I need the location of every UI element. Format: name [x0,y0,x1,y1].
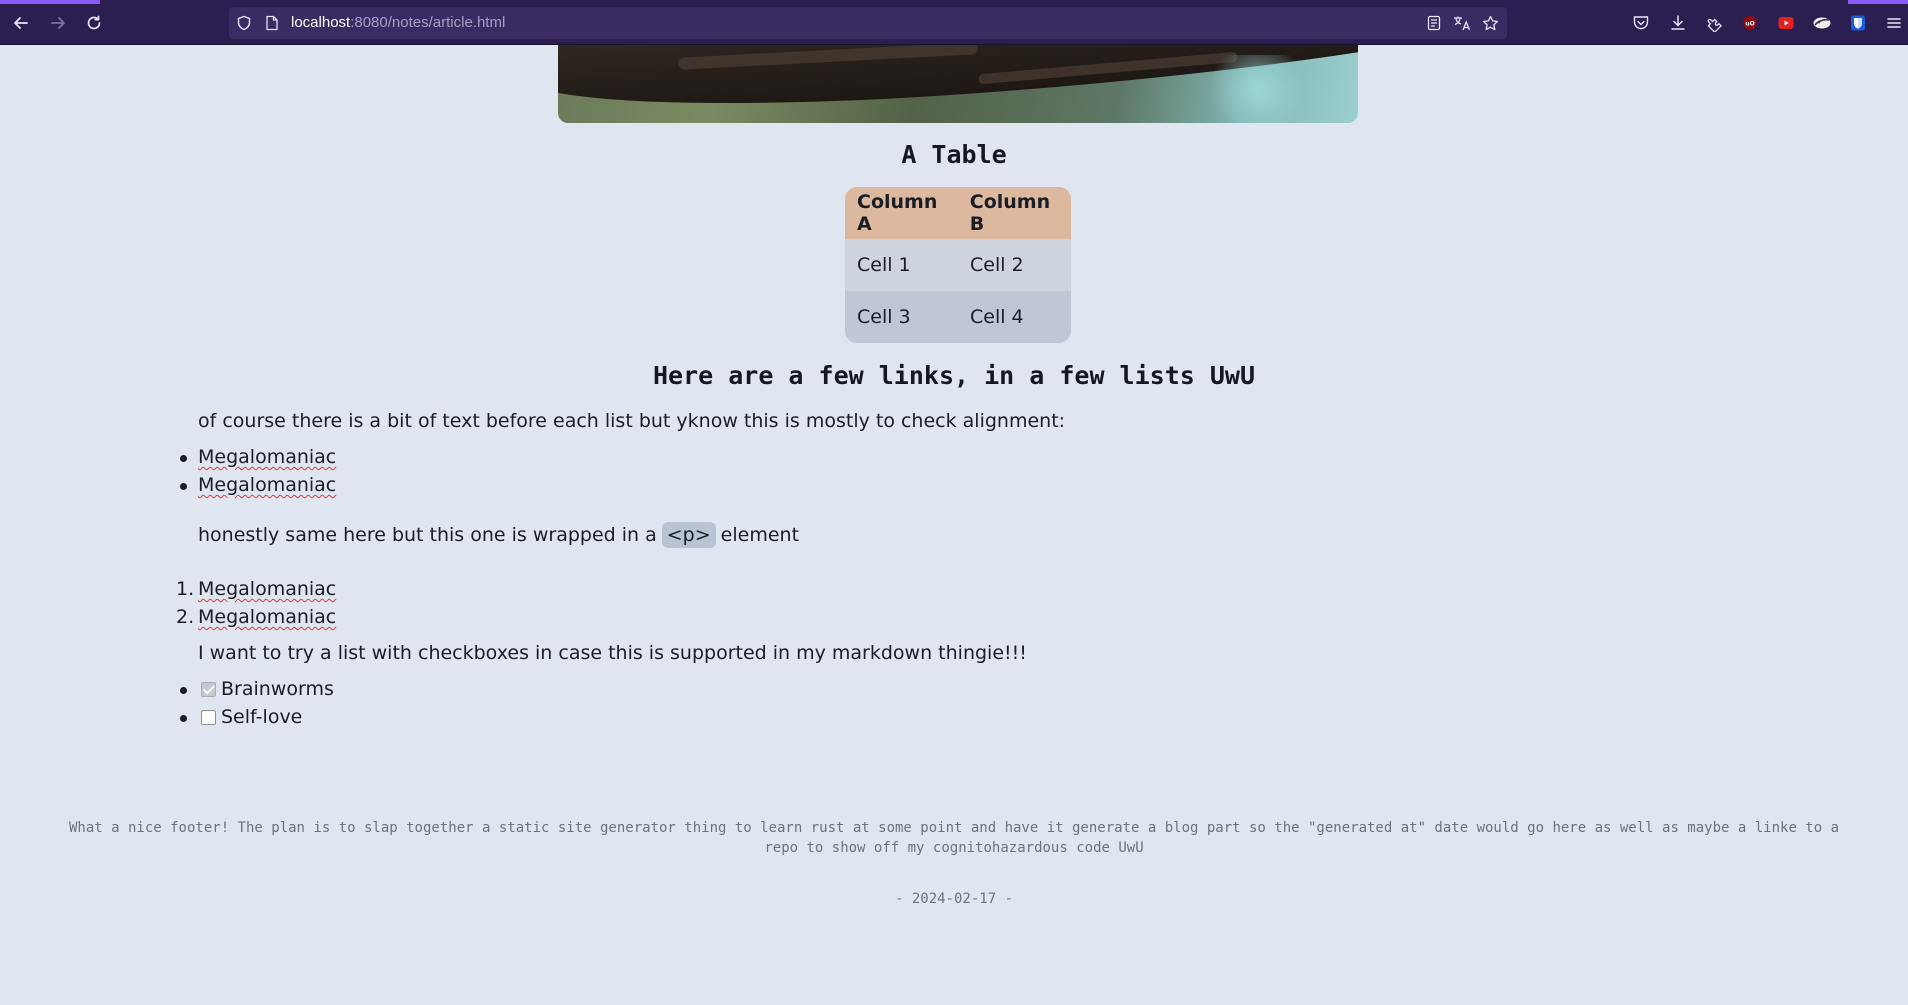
table-row: Cell 3 Cell 4 [845,291,1071,343]
shield-icon[interactable] [235,14,253,32]
inline-code: <p> [661,522,716,548]
youtube-icon[interactable] [1775,12,1797,34]
table-row: Cell 1 Cell 2 [845,239,1071,291]
list-item: Megalomaniac [198,474,336,496]
translate-icon[interactable] [1453,14,1471,32]
list-bullet [180,455,187,462]
bookmark-star-icon[interactable] [1481,14,1499,32]
megalomaniac-link[interactable]: Megalomaniac [198,578,336,600]
extensions-icon[interactable] [1703,12,1725,34]
links-heading: Here are a few links, in a few lists UwU [652,361,1256,390]
checklist-label: Self-love [221,706,303,728]
p-paragraph: honestly same here but this one is wrapp… [198,522,800,548]
table-heading: A Table [901,140,1007,169]
download-icon[interactable] [1667,12,1689,34]
table-cell: Cell 4 [970,306,1024,328]
data-table: Column A Column B Cell 1 Cell 2 Cell 3 C… [845,187,1071,343]
extension-icon[interactable] [1811,12,1833,34]
checkbox-checked[interactable] [201,682,216,697]
list-bullet [180,483,187,490]
url-text[interactable]: localhost:8080/notes/article.html [291,14,505,31]
megalomaniac-link[interactable]: Megalomaniac [198,606,336,628]
list-item: Megalomaniac [198,446,336,468]
checklist-label: Brainworms [221,678,334,700]
megalomaniac-link[interactable]: Megalomaniac [198,474,336,496]
svg-text:uO: uO [1745,21,1754,28]
active-tab-indicator [0,0,100,4]
url-bar[interactable]: localhost:8080/notes/article.html [229,7,1507,39]
checklist-item: Brainworms [201,678,334,700]
list-item: 2. Megalomaniac [176,606,337,628]
back-arrow-icon[interactable] [10,12,32,34]
table-cell: Cell 2 [970,254,1024,276]
list-item: 1. Megalomaniac [176,578,337,600]
table-cell: Cell 1 [857,254,911,276]
table-header-cell: Column A [857,191,938,235]
forward-arrow-icon[interactable] [47,12,69,34]
tab-indicator-right [1848,0,1908,4]
table-cell: Cell 3 [857,306,911,328]
list-bullet [180,715,187,722]
megalomaniac-link[interactable]: Megalomaniac [198,446,336,468]
footer-date: - 2024-02-17 - [894,891,1013,907]
bitwarden-icon[interactable] [1847,12,1869,34]
browser-toolbar: localhost:8080/notes/article.html uO [0,0,1908,45]
background-glow [1198,55,1318,123]
hero-image [558,45,1358,123]
checkbox-intro-paragraph: I want to try a list with checkboxes in … [198,642,1027,664]
pocket-icon[interactable] [1630,12,1652,34]
intro-paragraph: of course there is a bit of text before … [198,410,1066,432]
page-icon[interactable] [263,14,281,32]
checklist-item: Self-love [201,706,302,728]
checkbox-unchecked[interactable] [201,710,216,725]
table-header-row: Column A Column B [845,187,1071,239]
reload-icon[interactable] [83,12,105,34]
menu-icon[interactable] [1883,12,1905,34]
list-bullet [180,687,187,694]
footer-text: What a nice footer! The plan is to slap … [68,820,1840,856]
table-header-cell: Column B [969,191,1051,235]
ublock-icon[interactable]: uO [1739,12,1761,34]
reader-view-icon[interactable] [1425,14,1443,32]
